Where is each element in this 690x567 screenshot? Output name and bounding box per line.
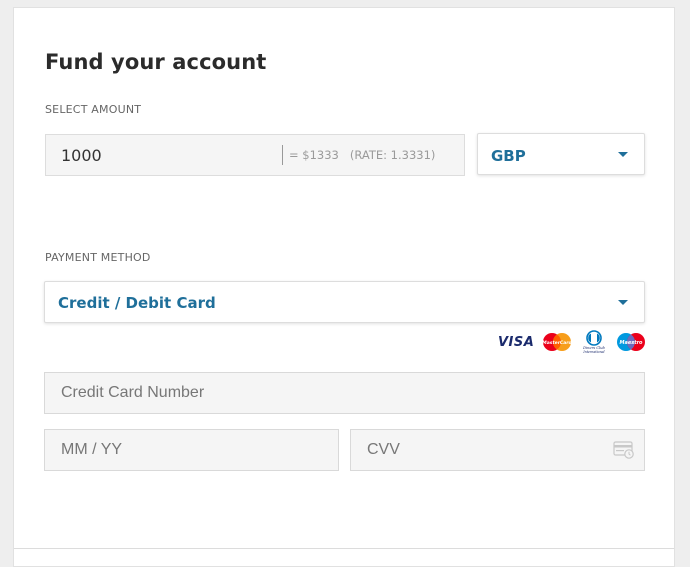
payment-method-select[interactable]: Credit / Debit Card: [44, 281, 645, 323]
expiry-input[interactable]: [45, 430, 338, 470]
accepted-cards: VISA MasterCard Diners Club Internationa…: [498, 330, 646, 354]
svg-text:International: International: [583, 350, 605, 354]
card-number-input[interactable]: [45, 373, 644, 413]
converted-amount: = $1333: [289, 148, 339, 162]
chevron-down-icon: [618, 300, 628, 305]
cvv-input[interactable]: [351, 430, 644, 470]
payment-method-label: PAYMENT METHOD: [45, 251, 151, 264]
amount-cursor: [282, 145, 283, 165]
svg-text:MasterCard: MasterCard: [543, 340, 573, 346]
visa-logo: VISA: [498, 334, 535, 350]
amount-value[interactable]: 1000: [61, 146, 102, 165]
amount-input[interactable]: 1000 = $1333 (RATE: 1.3331): [45, 134, 465, 176]
card-number-field[interactable]: [44, 372, 645, 414]
select-amount-label: SELECT AMOUNT: [45, 103, 142, 116]
expiry-field[interactable]: [44, 429, 339, 471]
fund-account-card: Fund your account SELECT AMOUNT 1000 = $…: [13, 7, 675, 567]
maestro-logo: Maestro: [617, 333, 646, 351]
page-title: Fund your account: [45, 50, 267, 74]
credit-card-cvv-icon: [613, 441, 634, 459]
exchange-rate: (RATE: 1.3331): [349, 148, 436, 162]
chevron-down-icon: [618, 152, 628, 157]
card-divider: [14, 548, 674, 549]
diners-club-logo: Diners Club International: [582, 330, 606, 354]
payment-method-value: Credit / Debit Card: [58, 294, 216, 312]
svg-text:Maestro: Maestro: [620, 340, 644, 346]
currency-value: GBP: [491, 147, 526, 165]
mastercard-logo: MasterCard: [543, 333, 573, 351]
cvv-field[interactable]: [350, 429, 645, 471]
currency-select[interactable]: GBP: [477, 133, 645, 175]
amount-conversion: = $1333 (RATE: 1.3331): [289, 148, 435, 162]
